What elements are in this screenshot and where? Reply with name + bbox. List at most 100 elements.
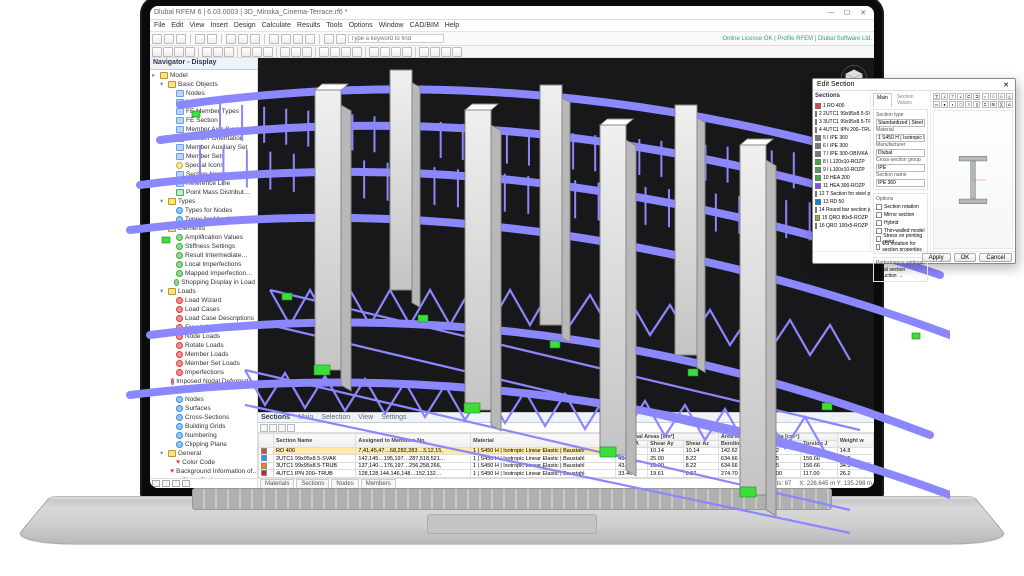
checkbox-icon[interactable] — [876, 204, 882, 210]
maximize-button[interactable]: ☐ — [840, 9, 854, 17]
list-item[interactable]: 14 Round bar section joining — [815, 206, 868, 214]
manufacturer-input[interactable] — [876, 149, 925, 157]
tree-item[interactable]: Load Case Descriptions — [152, 314, 255, 323]
tree-item[interactable]: FE Section — [152, 116, 255, 125]
member-icon[interactable] — [163, 47, 173, 57]
tree-item[interactable]: Special Icons — [152, 161, 255, 170]
tree-item[interactable]: Load Cases — [152, 305, 255, 314]
print-icon[interactable] — [226, 34, 236, 44]
tree-item[interactable]: Section Name — [152, 170, 255, 179]
list-item[interactable]: 4 4UTC1 IPN 200–TRUB — [815, 126, 868, 134]
shape-icon[interactable]: ▭ — [933, 101, 940, 108]
tree-item[interactable]: Clipping Plane — [152, 440, 255, 449]
tree-item[interactable]: FE Member Types — [152, 107, 255, 116]
material-icon[interactable] — [430, 47, 440, 57]
viewport-3d[interactable]: Sections Main Selection View Settings — [258, 58, 874, 488]
menu-tools[interactable]: Tools — [326, 22, 342, 29]
checkbox-row[interactable]: Hybrid — [876, 219, 925, 227]
tree-item[interactable]: Building Grids — [152, 422, 255, 431]
menu-view[interactable]: View — [189, 22, 204, 29]
tree-item[interactable]: ♥Background Information of… — [152, 467, 255, 476]
menu-edit[interactable]: Edit — [171, 22, 183, 29]
shape-icon[interactable]: ● — [941, 101, 948, 108]
checkbox-row[interactable]: US notation for section properties — [876, 243, 925, 251]
list-item[interactable]: 9 I L100x10-ROZP — [815, 166, 868, 174]
tree-item[interactable]: Imposed Nodal Deformat… — [152, 377, 255, 386]
shape-icon[interactable]: ⊐ — [973, 93, 980, 100]
copy-row-icon[interactable] — [278, 424, 286, 432]
cancel-button[interactable]: Cancel — [979, 253, 1012, 262]
measure-icon[interactable] — [336, 34, 346, 44]
table-row[interactable]: RO 4007,41,45,47…68,282,283…3,12,15,1 | … — [259, 448, 874, 455]
shape-icon[interactable]: ╳ — [998, 101, 1005, 108]
menu-options[interactable]: Options — [349, 22, 373, 29]
tree-item[interactable]: ▾Loads — [152, 287, 255, 296]
node-icon[interactable] — [152, 47, 162, 57]
tree-item[interactable]: ▾Results — [152, 386, 255, 395]
nav-tab-display-icon[interactable] — [162, 480, 170, 487]
menu-cad/bim[interactable]: CAD/BIM — [410, 22, 439, 29]
render-solid-icon[interactable] — [291, 47, 301, 57]
tree-item[interactable]: Amplification Values — [152, 233, 255, 242]
tree-item[interactable]: ♥Color Code — [152, 458, 255, 467]
tree-item[interactable]: Point Mass Distribut… — [152, 188, 255, 197]
table-tab-selection[interactable]: Selection — [321, 414, 350, 421]
tree-item[interactable]: Node Loads — [152, 332, 255, 341]
name-input[interactable] — [876, 179, 925, 187]
dialog-tab-values[interactable]: Section Values — [894, 93, 928, 107]
save-icon[interactable] — [176, 34, 186, 44]
shape-icon[interactable]: L — [957, 93, 964, 100]
table-row[interactable]: 2UTC1 99x95x8.5-SVAK142,145…195,197…287,… — [259, 455, 874, 462]
hinge-icon[interactable] — [224, 47, 234, 57]
shape-icon[interactable]: □ — [990, 93, 997, 100]
menu-results[interactable]: Results — [297, 22, 320, 29]
list-item[interactable]: 6 I IPE 300 — [815, 142, 868, 150]
tree-item[interactable]: Numbering — [152, 431, 255, 440]
shape-icon[interactable]: ⊥ — [941, 93, 948, 100]
shape-icon[interactable]: ∥ — [973, 101, 980, 108]
dialog-section-list[interactable]: Sections 1 RO 4002 2UTC1 99x95x8.5-SVAK3… — [813, 91, 871, 251]
menu-calculate[interactable]: Calculate — [262, 22, 291, 29]
tree-item[interactable]: Member Sets — [152, 152, 255, 161]
shape-icon[interactable]: ⊞ — [990, 101, 997, 108]
perf-value[interactable]: Local section reduction → — [876, 267, 925, 279]
color-icon[interactable] — [369, 47, 379, 57]
ok-button[interactable]: OK — [954, 253, 977, 262]
tree-item[interactable]: Rotate Loads — [152, 341, 255, 350]
checkbox-row[interactable]: Mirror section — [876, 211, 925, 219]
export-icon[interactable] — [287, 424, 295, 432]
grid-icon[interactable] — [319, 47, 329, 57]
menu-window[interactable]: Window — [379, 22, 404, 29]
material-input[interactable] — [876, 134, 925, 142]
check-icon[interactable] — [441, 47, 451, 57]
minimize-button[interactable]: — — [824, 9, 838, 17]
render-wire-icon[interactable] — [280, 47, 290, 57]
menu-insert[interactable]: Insert — [210, 22, 228, 29]
paste-icon[interactable] — [250, 34, 260, 44]
list-item[interactable]: 2 2UTC1 99x95x8.5-SVAK — [815, 110, 868, 118]
table-row[interactable]: 3UTC1 99x95x8.5-TRUB137,140…176,197…256,… — [259, 462, 874, 469]
shape-icon[interactable]: ≡ — [965, 101, 972, 108]
tree-item[interactable]: ▾Basic Objects — [152, 80, 255, 89]
menu-design[interactable]: Design — [234, 22, 256, 29]
shape-palette[interactable]: 工⊥⊤L⊏⊐○□◇△▭●◐⬡≡∥⌶⊞╳∆ — [933, 93, 1013, 108]
zoom-icon[interactable] — [281, 34, 291, 44]
table-tab-settings[interactable]: Settings — [381, 414, 406, 421]
menu-help[interactable]: Help — [445, 22, 459, 29]
sections-table[interactable]: Section NameAssigned to Members No.Mater… — [258, 433, 874, 478]
tree-item[interactable]: Shopping Display in Load — [152, 278, 255, 287]
dialog-tab-main[interactable]: Main — [873, 93, 892, 107]
pan-icon[interactable] — [293, 34, 303, 44]
footer-tab-members[interactable]: Members — [361, 479, 396, 488]
new-icon[interactable] — [152, 34, 162, 44]
checkbox-icon[interactable] — [876, 220, 882, 226]
add-row-icon[interactable] — [260, 424, 268, 432]
list-item[interactable]: 12 T Section for steel plate… — [815, 190, 868, 198]
section-icon[interactable] — [419, 47, 429, 57]
list-item[interactable]: 7 I IPE 300-OBIVKA — [815, 150, 868, 158]
shape-icon[interactable]: ○ — [982, 93, 989, 100]
render-trans-icon[interactable] — [302, 47, 312, 57]
axis-icon[interactable] — [341, 47, 351, 57]
tree-item[interactable]: Member Set Loads — [152, 359, 255, 368]
tree-item[interactable]: Nodes — [152, 89, 255, 98]
